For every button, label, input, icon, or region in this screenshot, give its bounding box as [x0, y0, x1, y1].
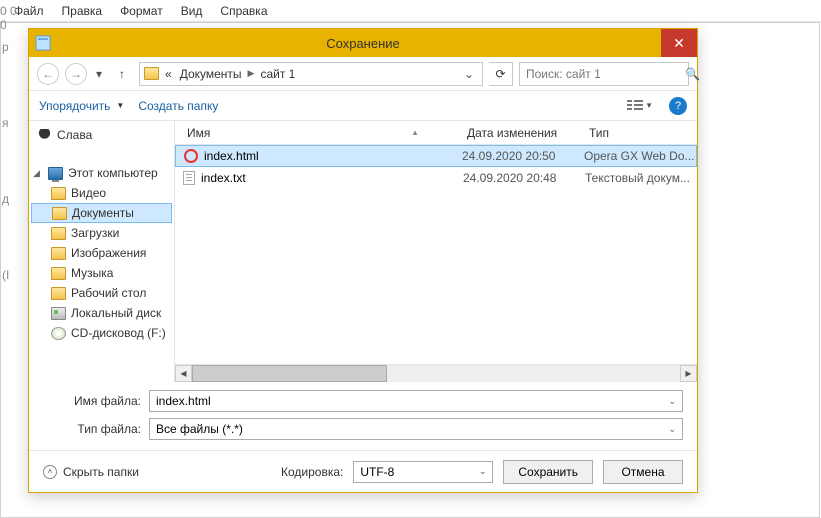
scroll-track[interactable] [192, 365, 680, 382]
toolbar: Упорядочить ▼ Создать папку ▼ ? [29, 91, 697, 121]
chevron-down-icon: ▼ [116, 101, 124, 110]
new-folder-button[interactable]: Создать папку [138, 99, 218, 113]
sidebar-item-documents[interactable]: Документы [31, 203, 172, 223]
forward-button[interactable]: → [65, 63, 87, 85]
scroll-right-button[interactable]: ▶ [680, 365, 697, 382]
dialog-title: Сохранение [326, 36, 400, 51]
file-list: Имя▲ Дата изменения Тип index.html 24.09… [175, 121, 697, 382]
dialog-footer: ˄ Скрыть папки Кодировка: UTF-8 ⌄ Сохран… [29, 450, 697, 492]
user-icon [37, 129, 52, 142]
app-icon [35, 35, 51, 51]
folder-icon [51, 247, 66, 260]
file-row[interactable]: index.txt 24.09.2020 20:48 Текстовый док… [175, 167, 697, 189]
chevron-down-icon[interactable]: ⌄ [479, 466, 487, 477]
filetype-field[interactable]: Все файлы (*.*) ⌄ [149, 418, 683, 440]
folder-icon [51, 227, 66, 240]
organize-button[interactable]: Упорядочить ▼ [39, 99, 124, 113]
close-button[interactable]: ✕ [661, 29, 697, 57]
column-headers: Имя▲ Дата изменения Тип [175, 121, 697, 145]
column-date[interactable]: Дата изменения [463, 126, 585, 140]
horizontal-scrollbar[interactable]: ◀ ▶ [175, 364, 697, 382]
save-button[interactable]: Сохранить [503, 460, 593, 484]
sort-asc-icon: ▲ [411, 128, 419, 137]
breadcrumb-documents[interactable]: Документы [178, 67, 244, 81]
folder-icon [51, 287, 66, 300]
app-menubar: Файл Правка Формат Вид Справка [0, 0, 821, 22]
breadcrumb-prefix: « [163, 67, 174, 81]
cancel-button[interactable]: Отмена [603, 460, 683, 484]
filename-area: Имя файла: ⌄ Тип файла: Все файлы (*.*) … [29, 382, 697, 450]
breadcrumb-current[interactable]: сайт 1 [258, 67, 297, 81]
sidebar-this-pc[interactable]: ◢Этот компьютер [29, 163, 174, 183]
sidebar-item-images[interactable]: Изображения [29, 243, 174, 263]
scroll-left-button[interactable]: ◀ [175, 365, 192, 382]
drive-icon [51, 307, 66, 320]
scroll-thumb[interactable] [192, 365, 387, 382]
chevron-down-icon[interactable]: ⌄ [662, 424, 676, 435]
filename-field[interactable]: ⌄ [149, 390, 683, 412]
titlebar[interactable]: Сохранение ✕ [29, 29, 697, 57]
pc-icon [48, 167, 63, 180]
help-button[interactable]: ? [669, 97, 687, 115]
cd-icon [51, 327, 66, 340]
folder-icon [51, 267, 66, 280]
txt-icon [183, 171, 195, 185]
expand-icon[interactable]: ◢ [33, 168, 43, 179]
refresh-button[interactable]: ⟳ [489, 62, 513, 86]
menu-edit[interactable]: Правка [54, 2, 111, 20]
hide-folders-button[interactable]: ˄ Скрыть папки [43, 465, 139, 479]
sidebar: Слава ◢Этот компьютер Видео Документы За… [29, 121, 175, 382]
menu-format[interactable]: Формат [112, 2, 171, 20]
encoding-value: UTF-8 [360, 465, 394, 479]
filetype-label: Тип файла: [43, 422, 141, 436]
filetype-value: Все файлы (*.*) [156, 422, 662, 436]
save-dialog: Сохранение ✕ ← → ▾ ↑ « Документы ▶ сайт … [28, 28, 698, 493]
sidebar-item-cdrom[interactable]: CD-дисковод (F:) [29, 323, 174, 343]
nav-row: ← → ▾ ↑ « Документы ▶ сайт 1 ⌄ ⟳ 🔍 [29, 57, 697, 91]
sidebar-item-downloads[interactable]: Загрузки [29, 223, 174, 243]
up-button[interactable]: ↑ [111, 63, 133, 85]
folder-icon [51, 187, 66, 200]
chevron-up-icon: ˄ [43, 465, 57, 479]
view-mode-button[interactable]: ▼ [627, 100, 653, 112]
sidebar-item-localdisk[interactable]: Локальный диск [29, 303, 174, 323]
column-name[interactable]: Имя▲ [183, 126, 463, 140]
file-row[interactable]: index.html 24.09.2020 20:50 Opera GX Web… [175, 145, 697, 167]
folder-icon [52, 207, 67, 220]
search-input[interactable] [526, 67, 681, 81]
sidebar-item-video[interactable]: Видео [29, 183, 174, 203]
filename-input[interactable] [156, 394, 662, 408]
search-icon[interactable]: 🔍 [685, 67, 700, 81]
address-dropdown[interactable]: ⌄ [460, 67, 478, 81]
filename-label: Имя файла: [43, 394, 141, 408]
encoding-label: Кодировка: [281, 465, 343, 479]
chevron-down-icon[interactable]: ⌄ [662, 396, 676, 407]
chevron-right-icon: ▶ [248, 68, 255, 79]
search-box[interactable]: 🔍 [519, 62, 689, 86]
history-dropdown[interactable]: ▾ [93, 67, 105, 81]
back-button[interactable]: ← [37, 63, 59, 85]
encoding-field[interactable]: UTF-8 ⌄ [353, 461, 493, 483]
sidebar-item-desktop[interactable]: Рабочий стол [29, 283, 174, 303]
sidebar-item-music[interactable]: Музыка [29, 263, 174, 283]
opera-icon [184, 149, 198, 163]
menu-help[interactable]: Справка [212, 2, 275, 20]
column-type[interactable]: Тип [585, 126, 697, 140]
folder-icon [144, 67, 159, 80]
address-bar[interactable]: « Документы ▶ сайт 1 ⌄ [139, 62, 483, 86]
sidebar-user[interactable]: Слава [29, 125, 174, 145]
menu-view[interactable]: Вид [173, 2, 211, 20]
editor-margin-text: р я д (I 0 0 0 [0, 40, 20, 282]
